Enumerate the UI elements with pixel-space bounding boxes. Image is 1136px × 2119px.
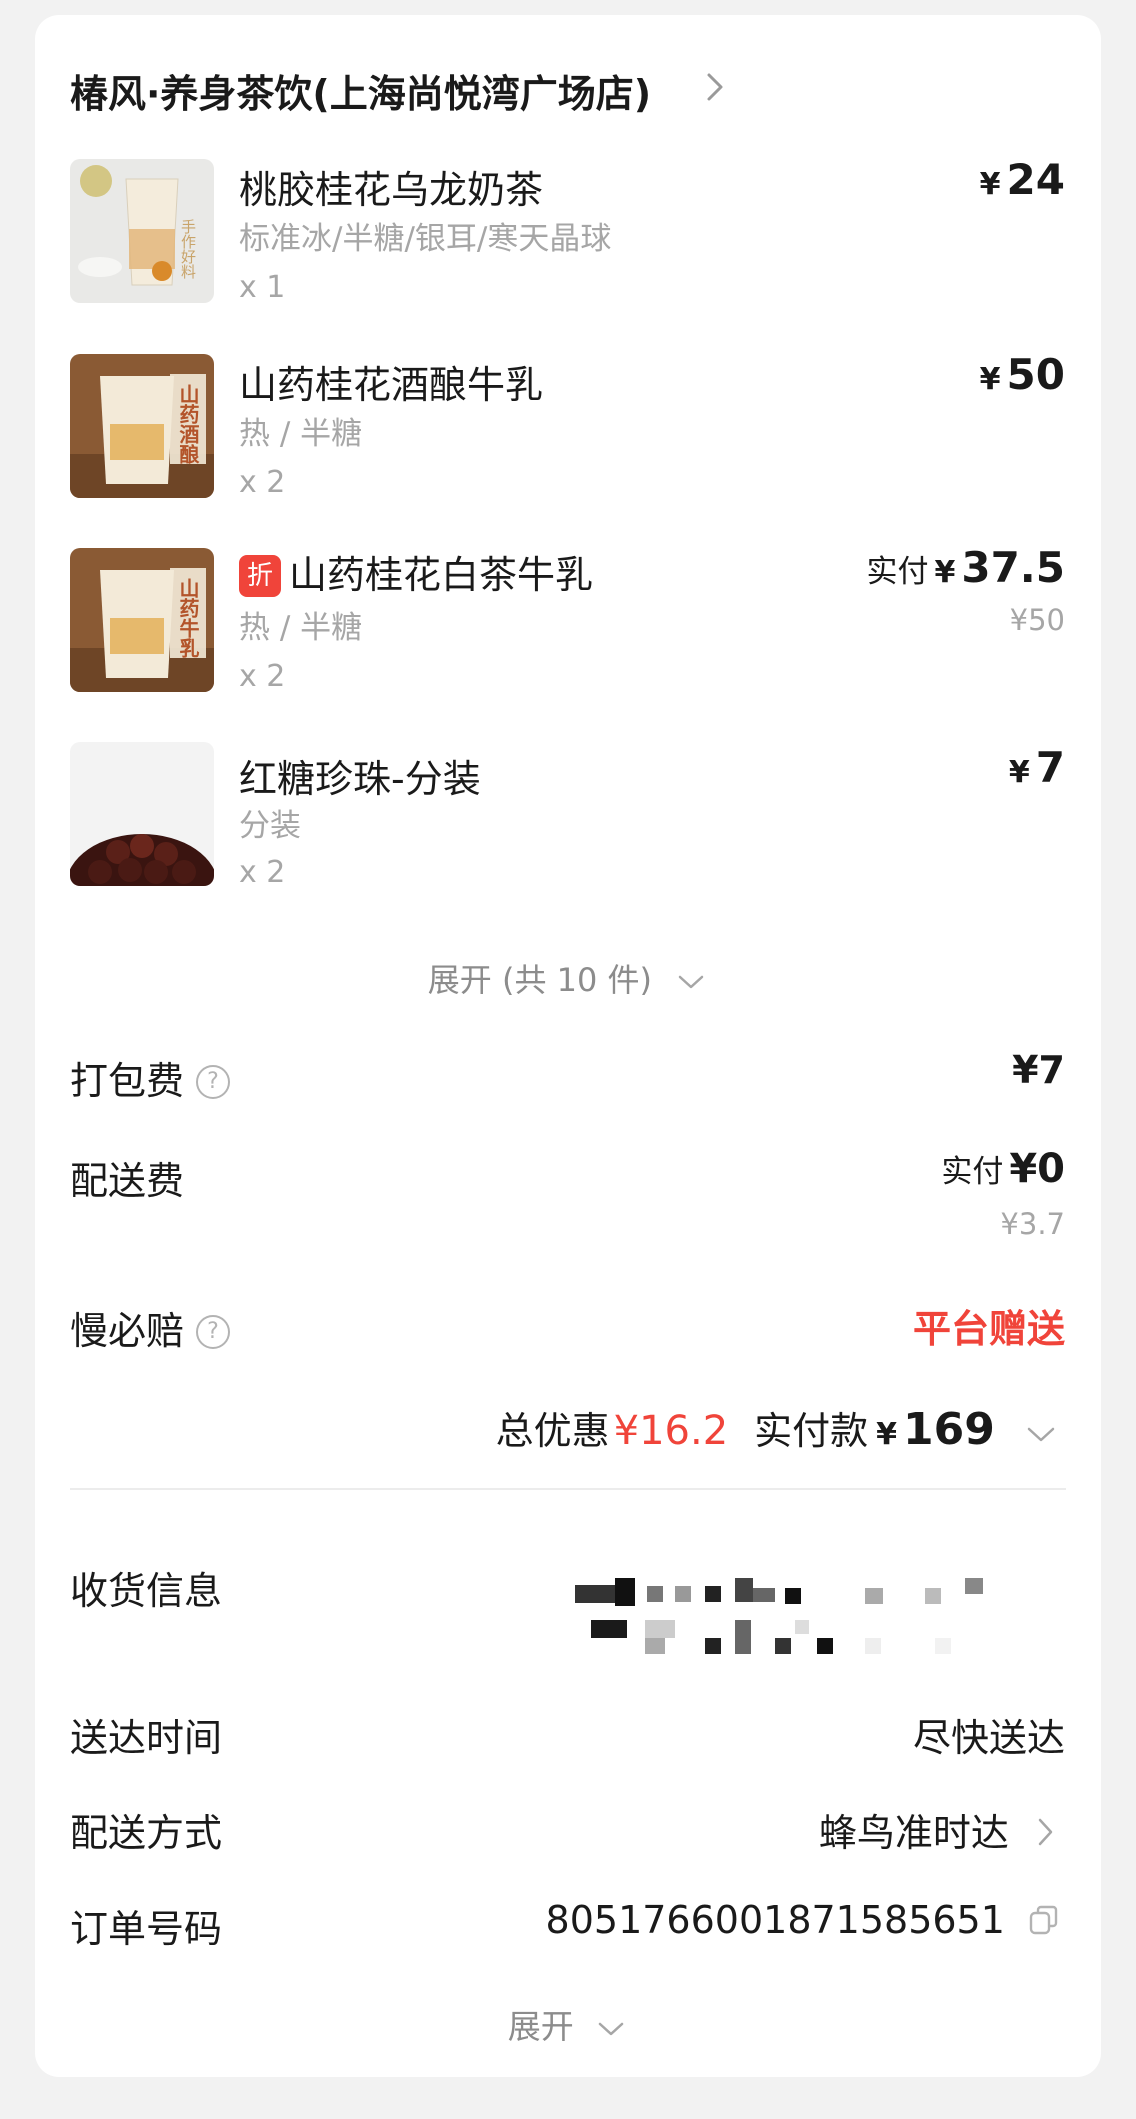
item-spec: 热 / 半糖 <box>239 416 363 452</box>
delivery-method-label: 配送方式 <box>70 1811 223 1855</box>
item-thumbnail[interactable] <box>70 742 214 886</box>
currency-symbol: ¥ <box>876 1417 898 1452</box>
item-name: 桃胶桂花乌龙奶茶 <box>239 168 544 212</box>
item-price: ¥24 <box>980 155 1065 204</box>
chevron-right-icon <box>1038 1818 1053 1846</box>
chevron-down-icon <box>599 2022 624 2035</box>
discount-badge: 折 <box>239 555 281 597</box>
order-number-text: 8051766001871585651 <box>545 1898 1005 1942</box>
thumb-text: 山药牛乳 <box>176 578 200 658</box>
item-price: 实付 ¥37.5 <box>866 543 1065 592</box>
item-quantity: x 2 <box>239 855 286 890</box>
delivery-method-text: 蜂鸟准时达 <box>818 1811 1009 1855</box>
item-thumbnail[interactable]: 手作好料 <box>70 159 214 303</box>
price-value: 24 <box>1006 155 1065 204</box>
total-discount-label: 总优惠 <box>495 1409 610 1453</box>
chevron-right-icon[interactable] <box>695 67 735 107</box>
total-discount-value: ¥16.2 <box>613 1408 729 1454</box>
item-thumbnail[interactable]: 山药牛乳 <box>70 548 214 692</box>
order-number-label: 订单号码 <box>70 1907 223 1951</box>
order-number-value: 8051766001871585651 <box>546 1898 1061 1942</box>
help-icon[interactable]: ? <box>196 1315 231 1349</box>
currency-symbol: ¥ <box>979 167 1001 202</box>
item-price: ¥7 <box>1009 743 1065 792</box>
delivery-time-value: 尽快送达 <box>912 1716 1065 1760</box>
chevron-down-icon <box>678 975 704 989</box>
item-quantity: x 2 <box>239 659 286 694</box>
late-compensation-value: 平台赠送 <box>912 1307 1065 1351</box>
delivery-time-label: 送达时间 <box>70 1716 223 1760</box>
currency-symbol: ¥ <box>979 362 1001 397</box>
item-spec: 标准冰/半糖/银耳/寒天晶球 <box>239 221 612 257</box>
item-name: 折山药桂花白茶牛乳 <box>239 544 593 599</box>
delivery-original-fee: ¥3.7 <box>1000 1207 1065 1241</box>
price-value: 7 <box>1035 743 1065 792</box>
delivery-method-value[interactable]: 蜂鸟准时达 <box>819 1802 1059 1857</box>
packaging-fee-value: ¥7 <box>1012 1048 1065 1092</box>
delivery-fee-value: 实付 ¥0 <box>941 1146 1065 1192</box>
late-compensation-label: 慢必赔? <box>70 1300 231 1355</box>
expand-more-button[interactable]: 展开 <box>35 2000 1101 2048</box>
delivery-fee-amount: ¥0 <box>1009 1146 1065 1192</box>
packaging-fee-label: 打包费? <box>70 1050 231 1105</box>
item-quantity: x 1 <box>239 270 286 305</box>
chevron-down-icon <box>1027 1427 1055 1441</box>
item-quantity: x 2 <box>239 465 286 500</box>
late-compensation-text: 慢必赔 <box>70 1309 185 1353</box>
copy-icon[interactable] <box>1027 1903 1061 1937</box>
price-prefix: 实付 <box>941 1154 1004 1190</box>
expand-items-button[interactable]: 展开 (共 10 件) <box>35 955 1101 1001</box>
thumb-text: 手作好料 <box>179 219 197 279</box>
delivery-fee-label: 配送费 <box>70 1159 185 1203</box>
packaging-fee-text: 打包费 <box>70 1059 185 1103</box>
item-spec: 分装 <box>239 808 301 844</box>
currency-symbol: ¥ <box>934 555 956 590</box>
receiver-info-label: 收货信息 <box>70 1569 223 1613</box>
item-name-text: 山药桂花白茶牛乳 <box>289 553 594 597</box>
item-price: ¥50 <box>980 350 1065 399</box>
receiver-info-redacted <box>575 1578 983 1654</box>
divider <box>70 1488 1066 1490</box>
original-price: ¥50 <box>1009 603 1065 637</box>
help-icon[interactable]: ? <box>196 1065 231 1099</box>
item-spec: 热 / 半糖 <box>239 610 363 646</box>
expand-items-label: 展开 (共 10 件) <box>427 961 653 999</box>
thumb-text: 山药酒酿 <box>176 384 200 465</box>
price-prefix: 实付 <box>866 554 929 590</box>
item-name: 山药桂花酒酿牛乳 <box>239 363 544 407</box>
price-value: 37.5 <box>961 543 1065 592</box>
expand-more-label: 展开 <box>507 2007 574 2046</box>
currency-symbol: ¥ <box>1008 755 1030 790</box>
order-detail-card: 椿风·养身茶饮(上海尚悦湾广场店) 手作好料 桃胶桂花乌龙奶茶 标准冰/半糖/银… <box>35 15 1101 2077</box>
paid-amount: 169 <box>903 1404 995 1455</box>
paid-label: 实付款 <box>754 1409 869 1453</box>
item-name: 红糖珍珠-分装 <box>239 757 481 801</box>
store-name[interactable]: 椿风·养身茶饮(上海尚悦湾广场店) <box>70 63 651 118</box>
item-thumbnail[interactable]: 山药酒酿 <box>70 354 214 498</box>
payment-summary[interactable]: 总优惠 ¥16.2 实付款 ¥169 <box>496 1400 1061 1455</box>
price-value: 50 <box>1006 350 1065 399</box>
